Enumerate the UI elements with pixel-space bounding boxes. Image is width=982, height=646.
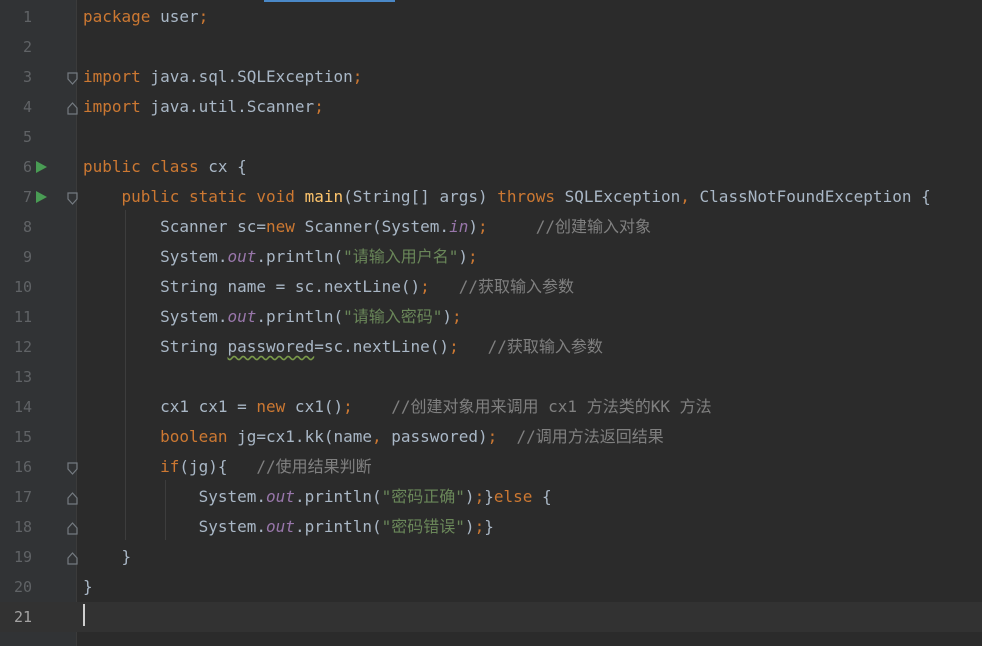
code-text[interactable]: package user; bbox=[83, 2, 208, 32]
code-text[interactable]: Scanner sc=new Scanner(System.in); //创建输… bbox=[83, 212, 651, 242]
code-line[interactable]: 6 public class cx { bbox=[0, 152, 982, 182]
code-line[interactable]: 19 } bbox=[0, 542, 982, 572]
line-number: 10 bbox=[13, 278, 32, 296]
code-line[interactable]: 11 System.out.println("请输入密码"); bbox=[0, 302, 982, 332]
code-line[interactable]: 15 boolean jg=cx1.kk(name, passwored); /… bbox=[0, 422, 982, 452]
code-text[interactable]: String name = sc.nextLine(); //获取输入参数 bbox=[83, 272, 574, 302]
code-text[interactable]: System.out.println("密码正确");}else { bbox=[83, 482, 552, 512]
line-number: 6 bbox=[22, 158, 32, 176]
fold-icon[interactable] bbox=[67, 550, 78, 565]
code-editor[interactable]: 1 package user; 2 3 import java.sql.SQLExcep… bbox=[0, 0, 982, 646]
code-line[interactable]: 4 import java.util.Scanner; bbox=[0, 92, 982, 122]
code-line[interactable]: 5 bbox=[0, 122, 982, 152]
line-number: 13 bbox=[13, 368, 32, 386]
code-text[interactable]: public class cx { bbox=[83, 152, 247, 182]
code-line[interactable]: 3 import java.sql.SQLException; bbox=[0, 62, 982, 92]
code-line[interactable]: 20} bbox=[0, 572, 982, 602]
code-line[interactable]: 8 Scanner sc=new Scanner(System.in); //创… bbox=[0, 212, 982, 242]
fold-icon[interactable] bbox=[67, 490, 78, 505]
line-number: 4 bbox=[22, 98, 32, 116]
code-line[interactable]: 1 package user; bbox=[0, 2, 982, 32]
line-number: 21 bbox=[0, 602, 32, 632]
fold-icon[interactable] bbox=[67, 520, 78, 535]
line-number: 17 bbox=[13, 488, 32, 506]
indent-guide bbox=[165, 480, 166, 540]
line-number: 14 bbox=[13, 398, 32, 416]
code-line[interactable]: 13 bbox=[0, 362, 982, 392]
code-text[interactable]: } bbox=[83, 572, 93, 602]
code-line[interactable]: 10 String name = sc.nextLine(); //获取输入参数 bbox=[0, 272, 982, 302]
line-number: 9 bbox=[22, 248, 32, 266]
fold-icon[interactable] bbox=[67, 190, 78, 205]
line-number: 19 bbox=[13, 548, 32, 566]
line-number: 11 bbox=[13, 308, 32, 326]
code-text[interactable]: System.out.println("请输入用户名"); bbox=[83, 242, 478, 272]
line-number: 20 bbox=[13, 578, 32, 596]
fold-icon[interactable] bbox=[67, 460, 78, 475]
line-number: 3 bbox=[22, 68, 32, 86]
line-number: 18 bbox=[13, 518, 32, 536]
fold-icon[interactable] bbox=[67, 100, 78, 115]
run-icon[interactable] bbox=[36, 191, 47, 203]
code-text[interactable]: if(jg){ //使用结果判断 bbox=[83, 452, 372, 482]
line-number: 7 bbox=[22, 188, 32, 206]
code-line[interactable]: 16 if(jg){ //使用结果判断 bbox=[0, 452, 982, 482]
code-line[interactable]: 9 System.out.println("请输入用户名"); bbox=[0, 242, 982, 272]
code-text[interactable]: public static void main(String[] args) t… bbox=[83, 182, 931, 212]
code-text[interactable]: System.out.println("请输入密码"); bbox=[83, 302, 462, 332]
indent-guide bbox=[125, 210, 126, 540]
line-number: 15 bbox=[13, 428, 32, 446]
code-line[interactable]: 2 bbox=[0, 32, 982, 62]
code-text[interactable]: System.out.println("密码错误");} bbox=[83, 512, 494, 542]
line-number: 8 bbox=[22, 218, 32, 236]
code-text[interactable]: cx1 cx1 = new cx1(); //创建对象用来调用 cx1 方法类的… bbox=[83, 392, 712, 422]
code-line[interactable]: 12 String passwored=sc.nextLine(); //获取输… bbox=[0, 332, 982, 362]
code-line[interactable]: 18 System.out.println("密码错误");} bbox=[0, 512, 982, 542]
code-text[interactable]: import java.util.Scanner; bbox=[83, 92, 324, 122]
line-number: 1 bbox=[22, 8, 32, 26]
line-number: 12 bbox=[13, 338, 32, 356]
run-icon[interactable] bbox=[36, 161, 47, 173]
code-text[interactable]: } bbox=[83, 542, 132, 572]
line-number: 2 bbox=[22, 38, 32, 56]
code-text[interactable]: String passwored=sc.nextLine(); //获取输入参数 bbox=[83, 332, 603, 362]
text-caret bbox=[83, 604, 85, 626]
code-text[interactable]: boolean jg=cx1.kk(name, passwored); //调用… bbox=[83, 422, 664, 452]
line-number: 16 bbox=[13, 458, 32, 476]
line-number: 5 bbox=[22, 128, 32, 146]
code-line[interactable]: 7 public static void main(String[] args)… bbox=[0, 182, 982, 212]
fold-icon[interactable] bbox=[67, 70, 78, 85]
code-text[interactable]: import java.sql.SQLException; bbox=[83, 62, 362, 92]
code-line[interactable]: 21 bbox=[0, 602, 982, 632]
code-line[interactable]: 17 System.out.println("密码正确");}else { bbox=[0, 482, 982, 512]
code-line[interactable]: 14 cx1 cx1 = new cx1(); //创建对象用来调用 cx1 方… bbox=[0, 392, 982, 422]
